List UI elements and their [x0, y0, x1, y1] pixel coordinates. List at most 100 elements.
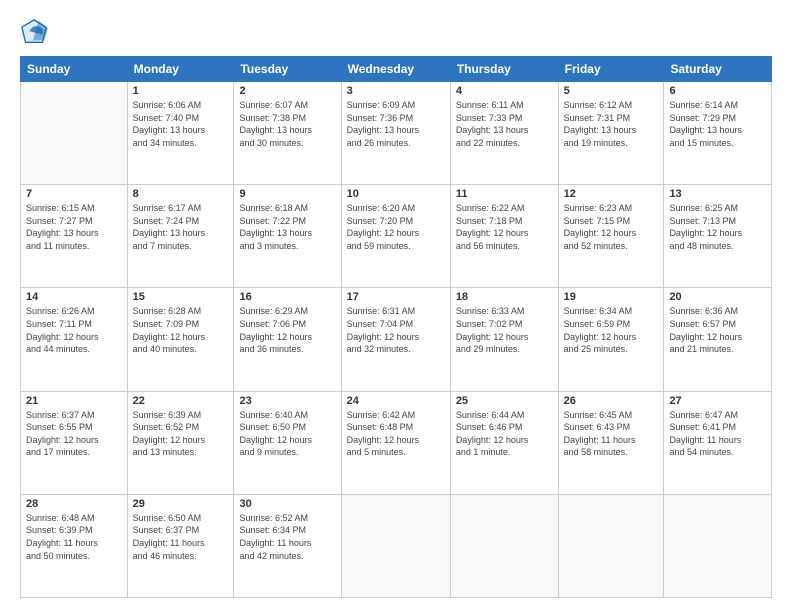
day-info: Sunrise: 6:42 AMSunset: 6:48 PMDaylight:… — [347, 409, 445, 459]
calendar-cell — [450, 494, 558, 597]
calendar-cell: 10Sunrise: 6:20 AMSunset: 7:20 PMDayligh… — [341, 185, 450, 288]
day-info: Sunrise: 6:17 AMSunset: 7:24 PMDaylight:… — [133, 202, 229, 252]
day-number: 7 — [26, 188, 122, 200]
day-number: 24 — [347, 395, 445, 407]
calendar-cell: 3 Sunrise: 6:09 AMSunset: 7:36 PMDaylight… — [341, 82, 450, 185]
day-number: 27 — [669, 395, 766, 407]
calendar-header-wednesday: Wednesday — [341, 57, 450, 82]
day-info: Sunrise: 6:06 AMSunset: 7:40 PMDaylight:… — [133, 99, 229, 149]
calendar-cell: 28Sunrise: 6:48 AMSunset: 6:39 PMDayligh… — [21, 494, 128, 597]
calendar-header-monday: Monday — [127, 57, 234, 82]
day-info: Sunrise: 6:07 AMSunset: 7:38 PMDaylight:… — [239, 99, 335, 149]
day-number: 29 — [133, 498, 229, 510]
day-number: 5 — [564, 85, 659, 97]
day-info: Sunrise: 6:25 AMSunset: 7:13 PMDaylight:… — [669, 202, 766, 252]
day-number: 30 — [239, 498, 335, 510]
calendar-cell: 20 Sunrise: 6:36 AMSunset: 6:57 PMDayligh… — [664, 288, 772, 391]
day-number: 14 — [26, 291, 122, 303]
calendar-cell: 24 Sunrise: 6:42 AMSunset: 6:48 PMDayligh… — [341, 391, 450, 494]
day-number: 17 — [347, 291, 445, 303]
day-number: 18 — [456, 291, 553, 303]
calendar-week-3: 14 Sunrise: 6:26 AMSunset: 7:11 PMDayligh… — [21, 288, 772, 391]
day-number: 20 — [669, 291, 766, 303]
day-number: 8 — [133, 188, 229, 200]
calendar-cell: 5Sunrise: 6:12 AMSunset: 7:31 PMDaylight… — [558, 82, 664, 185]
day-info: Sunrise: 6:31 AMSunset: 7:04 PMDaylight:… — [347, 305, 445, 355]
calendar-header-friday: Friday — [558, 57, 664, 82]
day-info: Sunrise: 6:47 AMSunset: 6:41 PMDaylight:… — [669, 409, 766, 459]
calendar-cell: 11 Sunrise: 6:22 AMSunset: 7:18 PMDayligh… — [450, 185, 558, 288]
day-info: Sunrise: 6:40 AMSunset: 6:50 PMDaylight:… — [239, 409, 335, 459]
day-info: Sunrise: 6:28 AMSunset: 7:09 PMDaylight:… — [133, 305, 229, 355]
day-number: 16 — [239, 291, 335, 303]
calendar-cell: 9 Sunrise: 6:18 AMSunset: 7:22 PMDaylight… — [234, 185, 341, 288]
calendar-table: SundayMondayTuesdayWednesdayThursdayFrid… — [20, 56, 772, 598]
calendar-cell: 16 Sunrise: 6:29 AMSunset: 7:06 PMDayligh… — [234, 288, 341, 391]
day-info: Sunrise: 6:48 AMSunset: 6:39 PMDaylight:… — [26, 512, 122, 562]
day-info: Sunrise: 6:44 AMSunset: 6:46 PMDaylight:… — [456, 409, 553, 459]
day-info: Sunrise: 6:52 AMSunset: 6:34 PMDaylight:… — [239, 512, 335, 562]
calendar-cell: 1Sunrise: 6:06 AMSunset: 7:40 PMDaylight… — [127, 82, 234, 185]
day-number: 6 — [669, 85, 766, 97]
day-number: 26 — [564, 395, 659, 407]
calendar-cell: 21 Sunrise: 6:37 AMSunset: 6:55 PMDayligh… — [21, 391, 128, 494]
calendar-cell: 25 Sunrise: 6:44 AMSunset: 6:46 PMDayligh… — [450, 391, 558, 494]
day-info: Sunrise: 6:22 AMSunset: 7:18 PMDaylight:… — [456, 202, 553, 252]
calendar-cell: 19 Sunrise: 6:34 AMSunset: 6:59 PMDayligh… — [558, 288, 664, 391]
day-info: Sunrise: 6:39 AMSunset: 6:52 PMDaylight:… — [133, 409, 229, 459]
calendar-cell: 30 Sunrise: 6:52 AMSunset: 6:34 PMDayligh… — [234, 494, 341, 597]
calendar-cell: 14 Sunrise: 6:26 AMSunset: 7:11 PMDayligh… — [21, 288, 128, 391]
calendar-cell: 22 Sunrise: 6:39 AMSunset: 6:52 PMDayligh… — [127, 391, 234, 494]
day-info: Sunrise: 6:11 AMSunset: 7:33 PMDaylight:… — [456, 99, 553, 149]
logo — [20, 18, 51, 46]
calendar-cell — [558, 494, 664, 597]
calendar-cell: 6 Sunrise: 6:14 AMSunset: 7:29 PMDaylight… — [664, 82, 772, 185]
day-number: 15 — [133, 291, 229, 303]
day-info: Sunrise: 6:15 AMSunset: 7:27 PMDaylight:… — [26, 202, 122, 252]
day-info: Sunrise: 6:50 AMSunset: 6:37 PMDaylight:… — [133, 512, 229, 562]
day-number: 11 — [456, 188, 553, 200]
day-info: Sunrise: 6:26 AMSunset: 7:11 PMDaylight:… — [26, 305, 122, 355]
day-info: Sunrise: 6:37 AMSunset: 6:55 PMDaylight:… — [26, 409, 122, 459]
calendar-cell: 29 Sunrise: 6:50 AMSunset: 6:37 PMDayligh… — [127, 494, 234, 597]
day-info: Sunrise: 6:34 AMSunset: 6:59 PMDaylight:… — [564, 305, 659, 355]
day-number: 25 — [456, 395, 553, 407]
day-number: 4 — [456, 85, 553, 97]
day-number: 13 — [669, 188, 766, 200]
calendar-cell: 4 Sunrise: 6:11 AMSunset: 7:33 PMDaylight… — [450, 82, 558, 185]
calendar-cell: 2 Sunrise: 6:07 AMSunset: 7:38 PMDaylight… — [234, 82, 341, 185]
calendar-cell — [341, 494, 450, 597]
calendar-week-2: 7 Sunrise: 6:15 AMSunset: 7:27 PMDaylight… — [21, 185, 772, 288]
day-number: 23 — [239, 395, 335, 407]
day-info: Sunrise: 6:14 AMSunset: 7:29 PMDaylight:… — [669, 99, 766, 149]
calendar-cell: 7 Sunrise: 6:15 AMSunset: 7:27 PMDaylight… — [21, 185, 128, 288]
day-info: Sunrise: 6:45 AMSunset: 6:43 PMDaylight:… — [564, 409, 659, 459]
calendar-cell: 8 Sunrise: 6:17 AMSunset: 7:24 PMDaylight… — [127, 185, 234, 288]
calendar-week-4: 21 Sunrise: 6:37 AMSunset: 6:55 PMDayligh… — [21, 391, 772, 494]
calendar-cell: 15 Sunrise: 6:28 AMSunset: 7:09 PMDayligh… — [127, 288, 234, 391]
day-info: Sunrise: 6:09 AMSunset: 7:36 PMDaylight:… — [347, 99, 445, 149]
calendar-cell — [21, 82, 128, 185]
logo-icon — [20, 18, 48, 46]
calendar-header-tuesday: Tuesday — [234, 57, 341, 82]
day-number: 22 — [133, 395, 229, 407]
calendar-cell: 23 Sunrise: 6:40 AMSunset: 6:50 PMDayligh… — [234, 391, 341, 494]
day-info: Sunrise: 6:29 AMSunset: 7:06 PMDaylight:… — [239, 305, 335, 355]
calendar-week-1: 1Sunrise: 6:06 AMSunset: 7:40 PMDaylight… — [21, 82, 772, 185]
day-info: Sunrise: 6:36 AMSunset: 6:57 PMDaylight:… — [669, 305, 766, 355]
day-number: 19 — [564, 291, 659, 303]
day-info: Sunrise: 6:23 AMSunset: 7:15 PMDaylight:… — [564, 202, 659, 252]
day-number: 9 — [239, 188, 335, 200]
calendar-header-saturday: Saturday — [664, 57, 772, 82]
day-info: Sunrise: 6:18 AMSunset: 7:22 PMDaylight:… — [239, 202, 335, 252]
day-number: 21 — [26, 395, 122, 407]
calendar-cell: 26 Sunrise: 6:45 AMSunset: 6:43 PMDayligh… — [558, 391, 664, 494]
calendar-cell: 13 Sunrise: 6:25 AMSunset: 7:13 PMDayligh… — [664, 185, 772, 288]
calendar-cell: 17 Sunrise: 6:31 AMSunset: 7:04 PMDayligh… — [341, 288, 450, 391]
calendar-cell: 27 Sunrise: 6:47 AMSunset: 6:41 PMDayligh… — [664, 391, 772, 494]
day-number: 2 — [239, 85, 335, 97]
day-info: Sunrise: 6:33 AMSunset: 7:02 PMDaylight:… — [456, 305, 553, 355]
calendar-cell: 12Sunrise: 6:23 AMSunset: 7:15 PMDayligh… — [558, 185, 664, 288]
day-number: 3 — [347, 85, 445, 97]
calendar-week-5: 28Sunrise: 6:48 AMSunset: 6:39 PMDayligh… — [21, 494, 772, 597]
